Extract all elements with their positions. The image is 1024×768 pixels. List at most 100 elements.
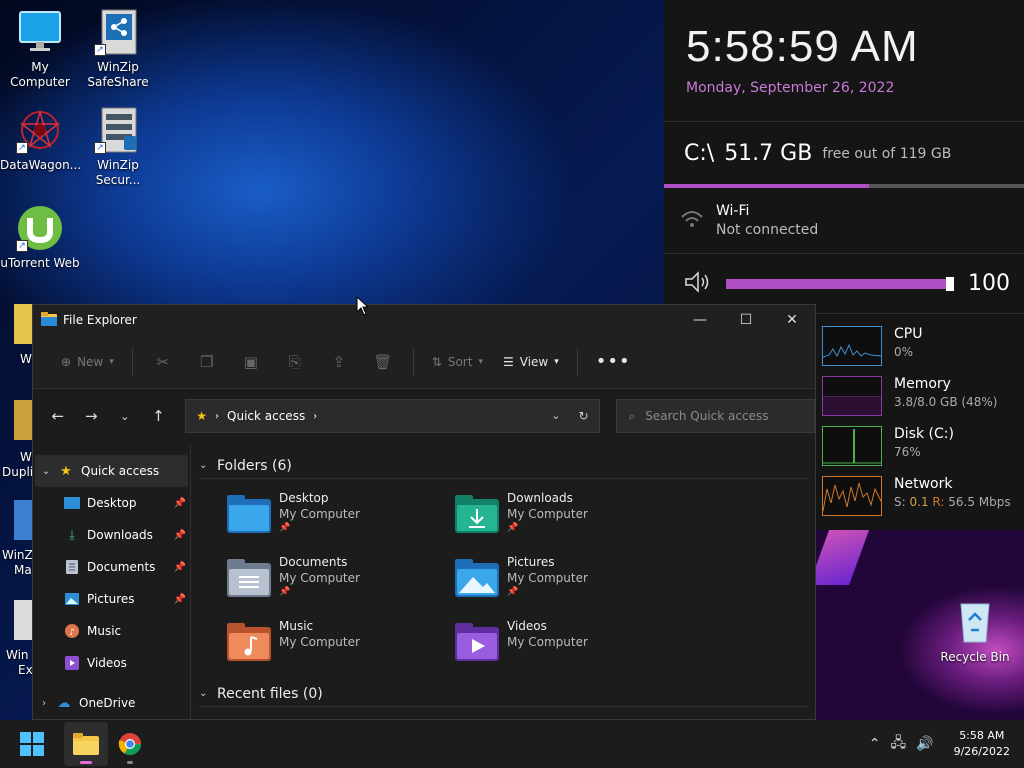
- folders-section-title: Folders (6): [217, 457, 292, 474]
- command-bar: ⊕ New ▾ ✂ ❐ ▣ ⎘ ⇪ 🗑 ⇅ Sort ▾ ☰ View ▾ ••…: [33, 335, 815, 389]
- sort-button[interactable]: ⇅ Sort ▾: [422, 342, 493, 382]
- folder-tile-desktop[interactable]: Desktop My Computer 📌: [227, 487, 455, 545]
- utorrent-icon: ↗: [16, 204, 64, 252]
- search-input[interactable]: [645, 409, 796, 423]
- sidebar-item-onedrive[interactable]: › ☁ OneDrive: [33, 687, 190, 719]
- forward-button[interactable]: →: [77, 401, 107, 431]
- view-button[interactable]: ☰ View ▾: [493, 342, 569, 382]
- recent-locations-button[interactable]: ⌄: [110, 401, 140, 431]
- desktop-icon-recycle-bin[interactable]: Recycle Bin: [935, 598, 1015, 665]
- sidebar-item-music[interactable]: ♪ Music: [33, 615, 190, 647]
- network-icon[interactable]: 🖧: [891, 732, 907, 756]
- cpu-value: 0%: [894, 345, 914, 359]
- memory-label: Memory: [894, 376, 951, 392]
- network-send-value: 0.1: [909, 495, 929, 509]
- sidebar-item-downloads[interactable]: ⤓ Downloads 📌: [33, 519, 190, 551]
- chevron-right-icon[interactable]: ›: [33, 698, 55, 709]
- perf-network: Network S: 0.1 R: 56.5 Mbps: [822, 476, 1022, 520]
- taskbar-file-explorer[interactable]: [64, 722, 108, 766]
- desktop-icon-datawagon[interactable]: ↗ DataWagon...: [0, 106, 82, 173]
- toolbar-divider: [131, 347, 133, 376]
- sidebar-item-label: Videos: [87, 656, 127, 670]
- sidebar-item-label: Pictures: [87, 592, 135, 606]
- network-graph: [822, 476, 882, 516]
- sidebar-item-desktop[interactable]: Desktop 📌: [33, 487, 190, 519]
- volume-slider[interactable]: [726, 276, 954, 291]
- taskbar-clock[interactable]: 5:58 AM 9/26/2022: [954, 728, 1010, 760]
- desktop-icon-my-computer[interactable]: My Computer: [0, 8, 80, 90]
- sidebar-item-documents[interactable]: Documents 📌: [33, 551, 190, 583]
- documents-folder-icon: [227, 559, 271, 597]
- shortcut-arrow-icon: ↗: [16, 240, 28, 252]
- sidebar-item-videos[interactable]: Videos: [33, 647, 190, 679]
- partial-label: Ma: [14, 563, 32, 577]
- start-button[interactable]: [10, 722, 54, 766]
- sort-label: Sort: [447, 354, 473, 369]
- active-indicator: [80, 761, 92, 764]
- folder-location: My Computer: [507, 507, 588, 521]
- folder-tile-documents[interactable]: Documents My Computer 📌: [227, 551, 455, 609]
- desktop-icon-winzip-safeshare[interactable]: ↗ WinZip SafeShare: [78, 8, 158, 90]
- sidebar-item-quick-access[interactable]: ⌄ ★ Quick access: [35, 455, 188, 487]
- folder-tile-pictures[interactable]: Pictures My Computer 📌: [455, 551, 683, 609]
- rename-icon: ⎘: [288, 352, 301, 371]
- memory-value: 3.8/8.0 GB (48%): [894, 395, 998, 409]
- volume-icon[interactable]: 🔊: [916, 736, 933, 752]
- chevron-down-icon[interactable]: ⌄: [35, 466, 57, 477]
- volume-thumb[interactable]: [946, 276, 954, 291]
- address-dropdown-icon[interactable]: ⌄: [551, 409, 560, 423]
- perf-cpu: CPU 0%: [822, 326, 1022, 370]
- picture-icon: [63, 591, 81, 607]
- title-bar[interactable]: File Explorer — ☐ ✕: [33, 305, 815, 335]
- minimize-button[interactable]: —: [677, 305, 723, 335]
- cloud-icon: ☁: [57, 695, 71, 711]
- disk-drive-letter: C:\: [684, 141, 715, 166]
- disk-label: Disk (C:): [894, 426, 954, 442]
- up-button[interactable]: ↑: [144, 401, 174, 431]
- folder-tile-music[interactable]: Music My Computer: [227, 615, 455, 673]
- share-button[interactable]: ⇪: [325, 342, 353, 382]
- search-icon: ⌕: [628, 408, 636, 423]
- ellipsis-icon: •••: [595, 351, 631, 372]
- address-bar[interactable]: ★ › Quick access › ⌄ ↻: [185, 399, 600, 433]
- desktop-icon-label: DataWagon...: [0, 158, 82, 172]
- partial-label: Win: [6, 648, 29, 662]
- taskbar-chrome[interactable]: [108, 722, 152, 766]
- close-button[interactable]: ✕: [769, 305, 815, 335]
- folder-location: My Computer: [279, 635, 360, 649]
- maximize-button[interactable]: ☐: [723, 305, 769, 335]
- folders-section-header[interactable]: ⌄ Folders (6): [199, 453, 809, 479]
- download-icon: ⤓: [69, 527, 75, 543]
- rename-button[interactable]: ⎘: [281, 342, 309, 382]
- videos-folder-icon: [455, 623, 499, 661]
- sidebar-item-label: Downloads: [87, 528, 153, 542]
- search-box[interactable]: ⌕: [615, 399, 815, 433]
- address-path[interactable]: Quick access: [227, 409, 305, 423]
- folder-tile-videos[interactable]: Videos My Computer: [455, 615, 683, 673]
- recent-files-section-header[interactable]: ⌄ Recent files (0): [199, 681, 809, 707]
- volume-level: 100: [968, 271, 1010, 296]
- arrow-left-icon: ←: [51, 407, 65, 425]
- sidebar-item-pictures[interactable]: Pictures 📌: [33, 583, 190, 615]
- more-options-button[interactable]: •••: [586, 342, 641, 382]
- taskbar: ⌃ 🖧 🔊 5:58 AM 9/26/2022: [0, 720, 1024, 768]
- star-icon: ★: [196, 409, 208, 423]
- chevron-down-icon: ⌄: [199, 688, 208, 699]
- music-folder-icon: [227, 623, 271, 661]
- cut-button[interactable]: ✂: [149, 342, 177, 382]
- back-button[interactable]: ←: [43, 401, 73, 431]
- delete-button[interactable]: 🗑: [369, 342, 397, 382]
- copy-button[interactable]: ❐: [193, 342, 221, 382]
- paste-button[interactable]: ▣: [237, 342, 265, 382]
- window-title: File Explorer: [63, 313, 137, 327]
- folder-location: My Computer: [507, 571, 588, 585]
- show-hidden-icons-chevron-icon[interactable]: ⌃: [869, 736, 881, 752]
- speaker-icon[interactable]: [684, 270, 712, 298]
- shortcut-arrow-icon: ↗: [94, 142, 106, 154]
- new-button[interactable]: ⊕ New ▾: [51, 342, 124, 382]
- refresh-icon[interactable]: ↻: [578, 409, 588, 423]
- desktop-icon-utorrent-web[interactable]: ↗ uTorrent Web: [0, 204, 80, 271]
- folder-tile-downloads[interactable]: Downloads My Computer 📌: [455, 487, 683, 545]
- network-receive-label: R:: [932, 495, 945, 509]
- desktop-icon-winzip-secure[interactable]: ↗ WinZip Secur...: [78, 106, 158, 188]
